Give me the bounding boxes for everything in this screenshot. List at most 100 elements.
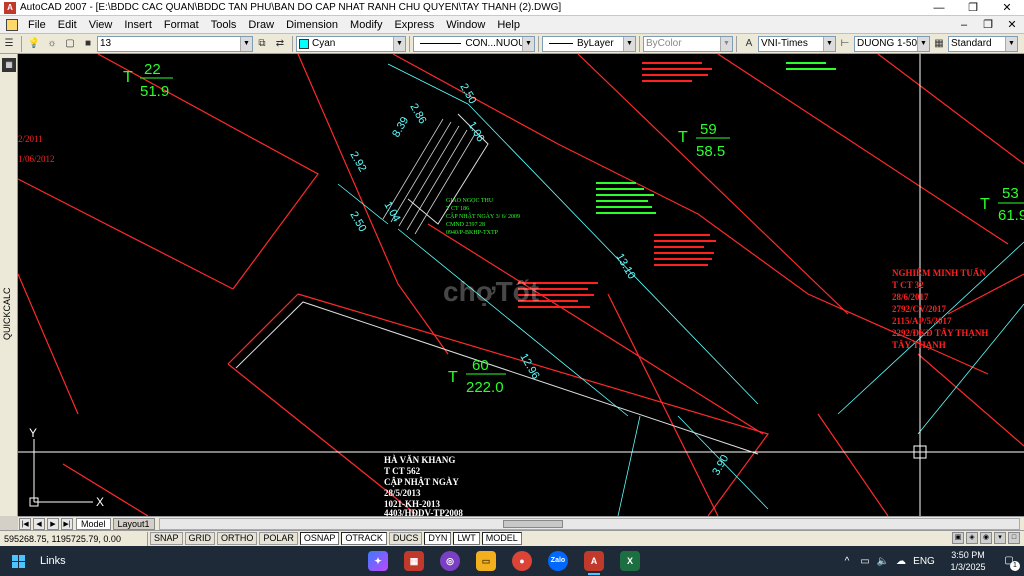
ducs-toggle[interactable]: DUCS <box>388 532 423 545</box>
dimension-line <box>397 228 629 417</box>
dimstyle-dropdown[interactable]: DUONG 1-500 ▼ <box>854 35 930 52</box>
layer-manager-icon[interactable]: ☰ <box>1 36 17 52</box>
minimize-icon[interactable]: — <box>922 0 956 16</box>
menu-express[interactable]: Express <box>388 16 440 34</box>
language-indicator[interactable]: ENG <box>910 556 938 567</box>
calculator-icon[interactable]: ▦ <box>2 58 16 72</box>
model-space-toggle[interactable]: MODEL <box>481 532 522 545</box>
lot-line <box>947 273 1024 315</box>
last-tab-icon[interactable]: ▶| <box>61 517 73 530</box>
dyn-toggle[interactable]: DYN <box>424 532 452 545</box>
first-tab-icon[interactable]: |◀ <box>19 517 31 530</box>
horizontal-scrollbar[interactable] <box>158 517 1020 530</box>
menu-tools[interactable]: Tools <box>205 16 243 34</box>
menu-help[interactable]: Help <box>491 16 526 34</box>
next-tab-icon[interactable]: ▶ <box>47 517 59 530</box>
dimension-style-icon[interactable]: ⊢ <box>837 36 853 52</box>
notification-icon[interactable]: ▢ 1 <box>998 551 1020 571</box>
ortho-toggle[interactable]: ORTHO <box>217 532 258 545</box>
browser-app-icon[interactable]: ◎ <box>432 546 468 576</box>
coordinate-readout[interactable]: 595268.75, 1195725.79, 0.00 <box>0 531 148 546</box>
onedrive-icon[interactable]: ☁ <box>892 556 910 567</box>
scrollbar-thumb[interactable] <box>503 519 564 528</box>
menu-window[interactable]: Window <box>440 16 491 34</box>
communication-center-icon[interactable]: ◉ <box>980 532 992 544</box>
drawing-canvas[interactable]: X Y T 22 51.9 T 59 58.5 T 53 61.9 T 60 2… <box>18 54 1024 516</box>
chevron-up-icon[interactable]: ^ <box>838 556 856 567</box>
prev-tab-icon[interactable]: ◀ <box>33 517 45 530</box>
owner-block-bottom: HÀ VĂN KHANG T CT 562 CẬP NHẬT NGÀY 28/5… <box>384 455 463 516</box>
dimension-text: 1.04 <box>381 200 402 225</box>
dimension-text: 3.90 <box>710 453 731 478</box>
dimension-text: 2.50 <box>347 210 368 235</box>
linetype-dropdown[interactable]: CON...NUOUS ▼ <box>413 35 535 52</box>
osnap-toggle[interactable]: OSNAP <box>299 532 340 545</box>
lineweight-dropdown[interactable]: ByLayer ▼ <box>542 35 636 52</box>
menu-edit[interactable]: Edit <box>52 16 83 34</box>
otrack-toggle[interactable]: OTRACK <box>341 532 387 545</box>
plotstyle-dropdown[interactable]: ByColor ▼ <box>643 35 733 52</box>
lock-icon[interactable]: ▢ <box>62 36 78 52</box>
copilot-app-icon[interactable]: ✦ <box>360 546 396 576</box>
doc-minimize-icon[interactable]: – <box>952 16 976 34</box>
tablestyle-dropdown[interactable]: Standard ▼ <box>948 35 1018 52</box>
chrome-icon[interactable]: ● <box>504 546 540 576</box>
autocad-app-icon[interactable]: A <box>4 1 16 14</box>
lock-icon[interactable]: ▣ <box>952 532 964 544</box>
lot-prefix: T <box>448 369 458 386</box>
doc-restore-icon[interactable]: ❐ <box>976 16 1000 34</box>
lightbulb-icon[interactable]: 💡 <box>26 36 42 52</box>
restore-icon[interactable]: ❐ <box>956 0 990 16</box>
lot-line <box>877 54 1024 165</box>
windows-taskbar: Links ✦ ▦ ◎ ▭ ● Zalo A X ^ ▭ 🔈 ☁ ENG 3:5… <box>0 546 1024 576</box>
table-style-icon[interactable]: ▦ <box>931 36 947 52</box>
menu-insert[interactable]: Insert <box>118 16 158 34</box>
doc-close-icon[interactable]: ✕ <box>1000 16 1024 34</box>
grid-toggle[interactable]: GRID <box>184 532 216 545</box>
textstyle-dropdown[interactable]: VNI-Times ▼ <box>758 35 836 52</box>
lwt-toggle[interactable]: LWT <box>453 532 480 545</box>
annotation-scale-icon[interactable]: ◈ <box>966 532 978 544</box>
make-current-layer-icon[interactable]: ⧉ <box>254 36 270 52</box>
links-toolbar[interactable]: Links <box>40 555 66 567</box>
lot-line <box>227 293 299 365</box>
layer-dropdown[interactable]: 13 ▼ <box>97 35 253 52</box>
menu-view[interactable]: View <box>83 16 119 34</box>
snap-toggle[interactable]: SNAP <box>150 532 183 545</box>
volume-icon[interactable]: 🔈 <box>874 556 892 567</box>
taskbar-clock[interactable]: 3:50 PM 1/3/2025 <box>938 549 998 573</box>
task-view-icon[interactable]: ▦ <box>396 546 432 576</box>
owner-text: TÂY THẠNH <box>892 340 946 350</box>
menu-format[interactable]: Format <box>158 16 205 34</box>
menu-dimension[interactable]: Dimension <box>280 16 344 34</box>
file-explorer-icon[interactable]: ▭ <box>468 546 504 576</box>
layer-previous-icon[interactable]: ⇄ <box>272 36 288 52</box>
clean-screen-icon[interactable]: □ <box>1008 532 1020 544</box>
lot-number: 59 <box>700 121 717 138</box>
owner-text: 2115/AP/5/2017 <box>892 316 952 326</box>
zalo-icon[interactable]: Zalo <box>540 546 576 576</box>
tab-layout1[interactable]: Layout1 <box>112 517 155 530</box>
excel-icon[interactable]: X <box>612 546 648 576</box>
layer-color-icon[interactable]: ■ <box>80 36 96 52</box>
color-dropdown[interactable]: Cyan ▼ <box>296 35 406 52</box>
menu-modify[interactable]: Modify <box>344 16 388 34</box>
toolbar-separator <box>538 35 539 52</box>
sun-icon[interactable]: ☼ <box>44 36 60 52</box>
polar-toggle[interactable]: POLAR <box>259 532 298 545</box>
tab-model[interactable]: Model <box>76 517 111 530</box>
dimension-text: 2.50 <box>457 82 478 107</box>
watermark-logo: chợTốt <box>443 276 540 307</box>
windows-start-icon[interactable] <box>0 546 36 576</box>
text-style-icon[interactable]: A <box>741 36 757 52</box>
menu-draw[interactable]: Draw <box>242 16 280 34</box>
close-icon[interactable]: ✕ <box>990 0 1024 16</box>
ucs-icon <box>29 439 93 507</box>
clock-date: 1/3/2025 <box>950 562 986 572</box>
document-icon[interactable] <box>6 18 18 31</box>
network-icon[interactable]: ▭ <box>856 556 874 567</box>
quickcalc-palette-tab[interactable]: QUICKCALC <box>2 274 16 354</box>
tray-settings-icon[interactable]: ▾ <box>994 532 1006 544</box>
menu-file[interactable]: File <box>22 16 52 34</box>
autocad-taskbar-icon[interactable]: A <box>576 546 612 576</box>
